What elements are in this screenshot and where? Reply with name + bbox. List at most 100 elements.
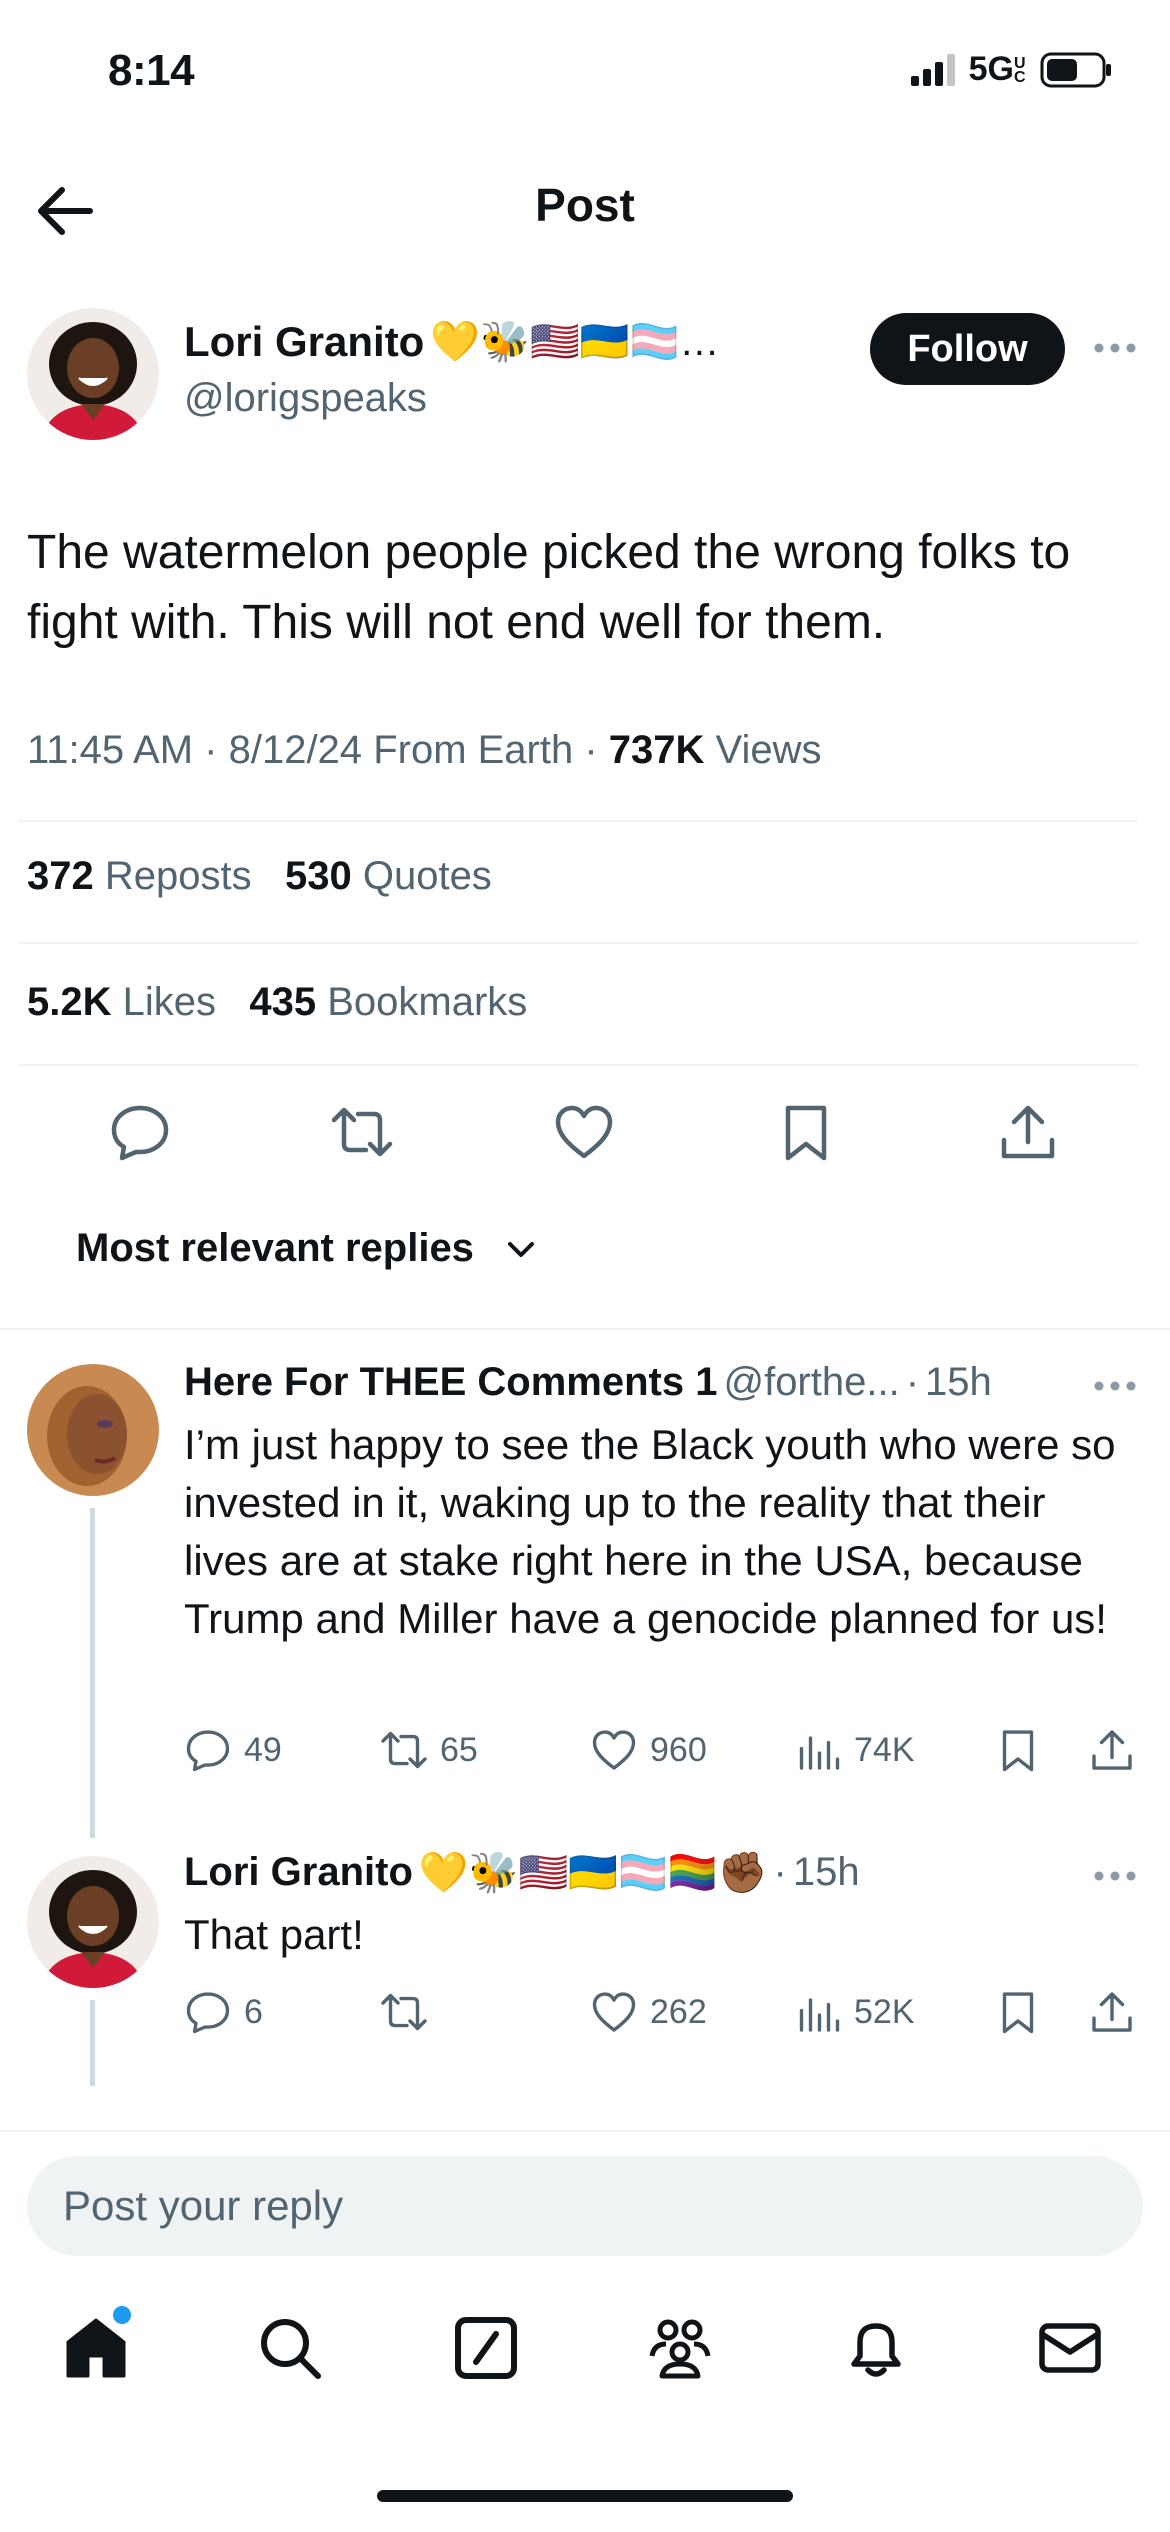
reply-share-button[interactable] bbox=[1088, 1726, 1136, 1774]
likes-count[interactable]: 5.2K bbox=[27, 980, 112, 1024]
quotes-label[interactable]: Quotes bbox=[363, 854, 492, 898]
repost-stats: 372 Reposts 530 Quotes bbox=[27, 854, 492, 899]
reposts-count[interactable]: 372 bbox=[27, 854, 94, 898]
status-time: 8:14 bbox=[108, 46, 195, 95]
notifications-tab[interactable] bbox=[840, 2312, 912, 2384]
chevron-down-icon bbox=[507, 1241, 534, 1257]
like-icon[interactable] bbox=[552, 1100, 616, 1164]
divider bbox=[18, 942, 1138, 944]
communities-icon bbox=[649, 2319, 711, 2379]
post-action-bar bbox=[0, 1100, 1170, 1170]
bell-icon bbox=[851, 2323, 901, 2377]
status-indicators: 5GUC bbox=[910, 50, 1112, 89]
reply-avatar[interactable] bbox=[27, 1364, 159, 1496]
reply-like-button[interactable]: 960 bbox=[590, 1726, 707, 1774]
likes-label[interactable]: Likes bbox=[123, 980, 216, 1024]
reply-author-badges: 💛🐝🇺🇸🇺🇦🏳️‍⚧️🏳️‍🌈✊🏾 bbox=[418, 1850, 768, 1895]
reply-count: 6 bbox=[244, 1992, 263, 2031]
reply-time[interactable]: 15h bbox=[925, 1360, 992, 1405]
share-icon bbox=[1092, 1992, 1132, 2032]
views-icon bbox=[799, 1998, 840, 2032]
bookmark-icon bbox=[1002, 1730, 1034, 1772]
composer-divider bbox=[0, 2130, 1170, 2132]
reply-text: I’m just happy to see the Black youth wh… bbox=[184, 1421, 1116, 1642]
bookmark-icon bbox=[1002, 1992, 1034, 2034]
communities-tab[interactable] bbox=[644, 2312, 716, 2384]
reply-action-bar: 6 262 52K bbox=[184, 1988, 1140, 2038]
reply-sort-selector[interactable]: Most relevant replies bbox=[76, 1226, 538, 1271]
reply-icon[interactable] bbox=[108, 1100, 172, 1164]
repost-count: 65 bbox=[440, 1730, 478, 1769]
like-icon bbox=[592, 1992, 636, 2032]
quotes-count[interactable]: 530 bbox=[285, 854, 352, 898]
reply-bookmark-button[interactable] bbox=[994, 1726, 1042, 1774]
search-tab[interactable] bbox=[254, 2312, 326, 2384]
network-label: 5GUC bbox=[968, 50, 1026, 88]
reply-text: That part! bbox=[184, 1911, 364, 1958]
search-icon bbox=[261, 2319, 321, 2379]
thread-line bbox=[90, 2000, 95, 2086]
author-name-row: Lori Granito 💛🐝🇺🇸🇺🇦🏳️‍⚧️… bbox=[184, 318, 719, 366]
reply-author-handle[interactable]: @forthe... bbox=[723, 1360, 899, 1405]
views-label: Views bbox=[715, 728, 822, 772]
reply-bookmark-button[interactable] bbox=[994, 1988, 1042, 2036]
share-icon[interactable] bbox=[996, 1100, 1060, 1164]
author-handle[interactable]: @lorigspeaks bbox=[184, 376, 427, 421]
views-count: 74K bbox=[854, 1730, 915, 1769]
home-indicator[interactable] bbox=[377, 2490, 793, 2502]
divider bbox=[18, 820, 1138, 822]
signal-icon bbox=[910, 53, 955, 86]
author-name[interactable]: Lori Granito bbox=[184, 318, 424, 366]
reposts-label[interactable]: Reposts bbox=[105, 854, 252, 898]
views-count[interactable]: 737K bbox=[609, 728, 705, 772]
reply-time[interactable]: 15h bbox=[793, 1850, 860, 1895]
reply-like-button[interactable]: 262 bbox=[590, 1988, 707, 2036]
more-options-icon[interactable] bbox=[1092, 330, 1138, 366]
messages-tab[interactable] bbox=[1034, 2312, 1106, 2384]
like-icon bbox=[592, 1730, 636, 1770]
page-title: Post bbox=[535, 179, 635, 231]
reply-icon bbox=[186, 1992, 230, 2034]
mail-icon bbox=[1039, 2323, 1101, 2373]
post-text: The watermelon people picked the wrong f… bbox=[27, 526, 1071, 649]
views-icon bbox=[799, 1736, 840, 1770]
post-date: 8/12/24 bbox=[228, 728, 363, 772]
share-icon bbox=[1092, 1730, 1132, 1770]
follow-button[interactable]: Follow bbox=[870, 313, 1065, 385]
reply-repost-button[interactable]: 65 bbox=[380, 1726, 478, 1774]
divider bbox=[18, 1064, 1138, 1066]
reply-more-icon[interactable] bbox=[1092, 1858, 1138, 1894]
repost-icon[interactable] bbox=[330, 1100, 394, 1164]
bookmarks-label[interactable]: Bookmarks bbox=[327, 980, 527, 1024]
grok-tab[interactable] bbox=[450, 2312, 522, 2384]
post-meta: 11:45 AM · 8/12/24 From Earth · 737K Vie… bbox=[27, 728, 822, 772]
reply-avatar[interactable] bbox=[27, 1856, 159, 1988]
reply-views-button[interactable]: 52K bbox=[794, 1988, 915, 2036]
reply-reply-button[interactable]: 6 bbox=[184, 1988, 263, 2036]
reply-share-button[interactable] bbox=[1088, 1988, 1136, 2036]
like-stats: 5.2K Likes 435 Bookmarks bbox=[27, 980, 527, 1025]
repost-icon bbox=[381, 1731, 427, 1769]
reply-views-button[interactable]: 74K bbox=[794, 1726, 915, 1774]
reply-author-name[interactable]: Lori Granito bbox=[184, 1850, 413, 1895]
reply-header: Here For THEE Comments 1 @forthe... · 15… bbox=[184, 1360, 992, 1405]
reply-action-bar: 49 65 960 74K bbox=[184, 1726, 1140, 1776]
reply-repost-button[interactable] bbox=[380, 1988, 440, 2036]
like-count: 262 bbox=[650, 1992, 707, 2031]
author-avatar[interactable] bbox=[27, 308, 159, 440]
reply-header: Lori Granito 💛🐝🇺🇸🇺🇦🏳️‍⚧️🏳️‍🌈✊🏾 · 15h bbox=[184, 1850, 860, 1895]
reply-reply-button[interactable]: 49 bbox=[184, 1726, 282, 1774]
reply-more-icon[interactable] bbox=[1092, 1368, 1138, 1404]
reply-icon bbox=[186, 1730, 230, 1772]
post-source: From Earth bbox=[373, 728, 574, 772]
bookmarks-count[interactable]: 435 bbox=[249, 980, 316, 1024]
notification-dot bbox=[113, 2306, 131, 2324]
reply-input[interactable]: Post your reply bbox=[27, 2156, 1143, 2256]
reply-author-name[interactable]: Here For THEE Comments 1 bbox=[184, 1360, 717, 1405]
divider bbox=[0, 1328, 1170, 1330]
reply-count: 49 bbox=[244, 1730, 282, 1769]
views-count: 52K bbox=[854, 1992, 915, 2031]
sort-label: Most relevant replies bbox=[76, 1226, 474, 1270]
post-time: 11:45 AM bbox=[27, 728, 194, 772]
bookmark-icon[interactable] bbox=[774, 1100, 838, 1164]
